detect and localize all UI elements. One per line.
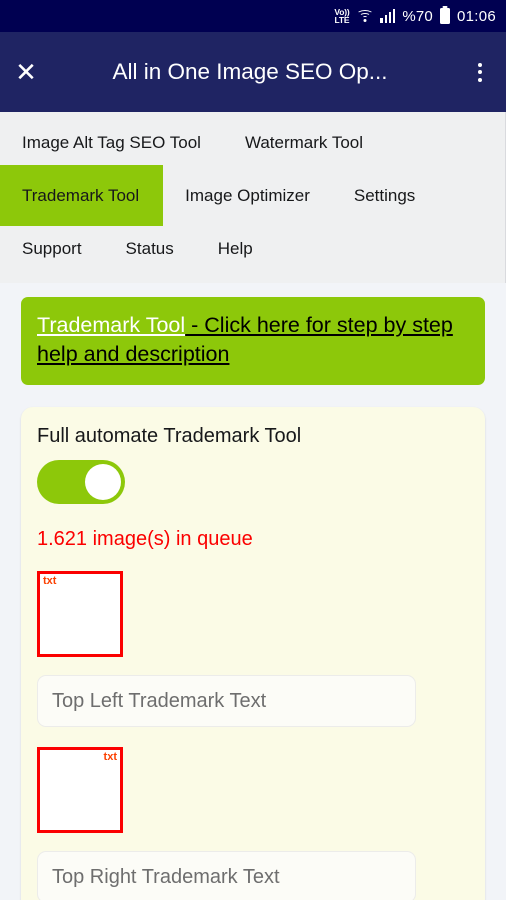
tab-image-alt-tag-seo-tool[interactable]: Image Alt Tag SEO Tool <box>0 120 223 165</box>
wifi-icon <box>356 9 374 23</box>
nav-row: Image Alt Tag SEO Tool Watermark Tool <box>0 120 505 165</box>
battery-percent-label: %70 <box>402 7 433 25</box>
battery-icon <box>439 8 450 24</box>
top-left-position-preview[interactable]: txt <box>37 571 123 658</box>
tab-settings[interactable]: Settings <box>332 173 437 218</box>
tab-support[interactable]: Support <box>0 226 104 271</box>
trademark-tool-card: Full automate Trademark Tool 1.621 image… <box>21 407 485 900</box>
app-header: ✕ All in One Image SEO Op... <box>0 32 506 112</box>
nav-panel: Image Alt Tag SEO Tool Watermark Tool Tr… <box>0 112 506 283</box>
help-banner[interactable]: Trademark Tool - Click here for step by … <box>21 297 485 386</box>
card-title: Full automate Trademark Tool <box>37 425 302 448</box>
volte-bottom-label: LTE <box>334 15 350 25</box>
help-banner-link[interactable]: Trademark Tool <box>37 313 185 337</box>
toggle-knob <box>85 464 121 501</box>
tab-image-optimizer[interactable]: Image Optimizer <box>163 173 332 218</box>
tab-status[interactable]: Status <box>104 226 196 271</box>
top-left-trademark-text-input[interactable] <box>37 675 416 728</box>
nav-row: Trademark Tool Image Optimizer Settings <box>0 165 505 226</box>
tab-watermark-tool[interactable]: Watermark Tool <box>223 120 385 165</box>
tab-help[interactable]: Help <box>196 226 275 271</box>
full-automate-toggle[interactable] <box>37 460 125 505</box>
queue-status-label: 1.621 image(s) in queue <box>37 528 253 551</box>
nav-row: Support Status Help <box>0 226 505 271</box>
tab-trademark-tool[interactable]: Trademark Tool <box>0 165 164 226</box>
content-area: Trademark Tool - Click here for step by … <box>0 283 506 386</box>
clock-label: 01:06 <box>456 7 496 25</box>
close-icon[interactable]: ✕ <box>0 59 52 85</box>
overflow-menu-icon[interactable] <box>454 62 506 82</box>
top-right-trademark-text-input[interactable] <box>37 851 416 900</box>
top-right-position-preview[interactable]: txt <box>37 747 123 834</box>
status-bar: Vo)) LTE %70 01:06 <box>0 0 506 32</box>
txt-marker-label: txt <box>103 751 117 764</box>
volte-icon: Vo)) LTE <box>334 7 350 25</box>
page-title: All in One Image SEO Op... <box>112 59 388 84</box>
txt-marker-label: txt <box>43 575 57 588</box>
signal-bars-icon <box>380 9 396 23</box>
